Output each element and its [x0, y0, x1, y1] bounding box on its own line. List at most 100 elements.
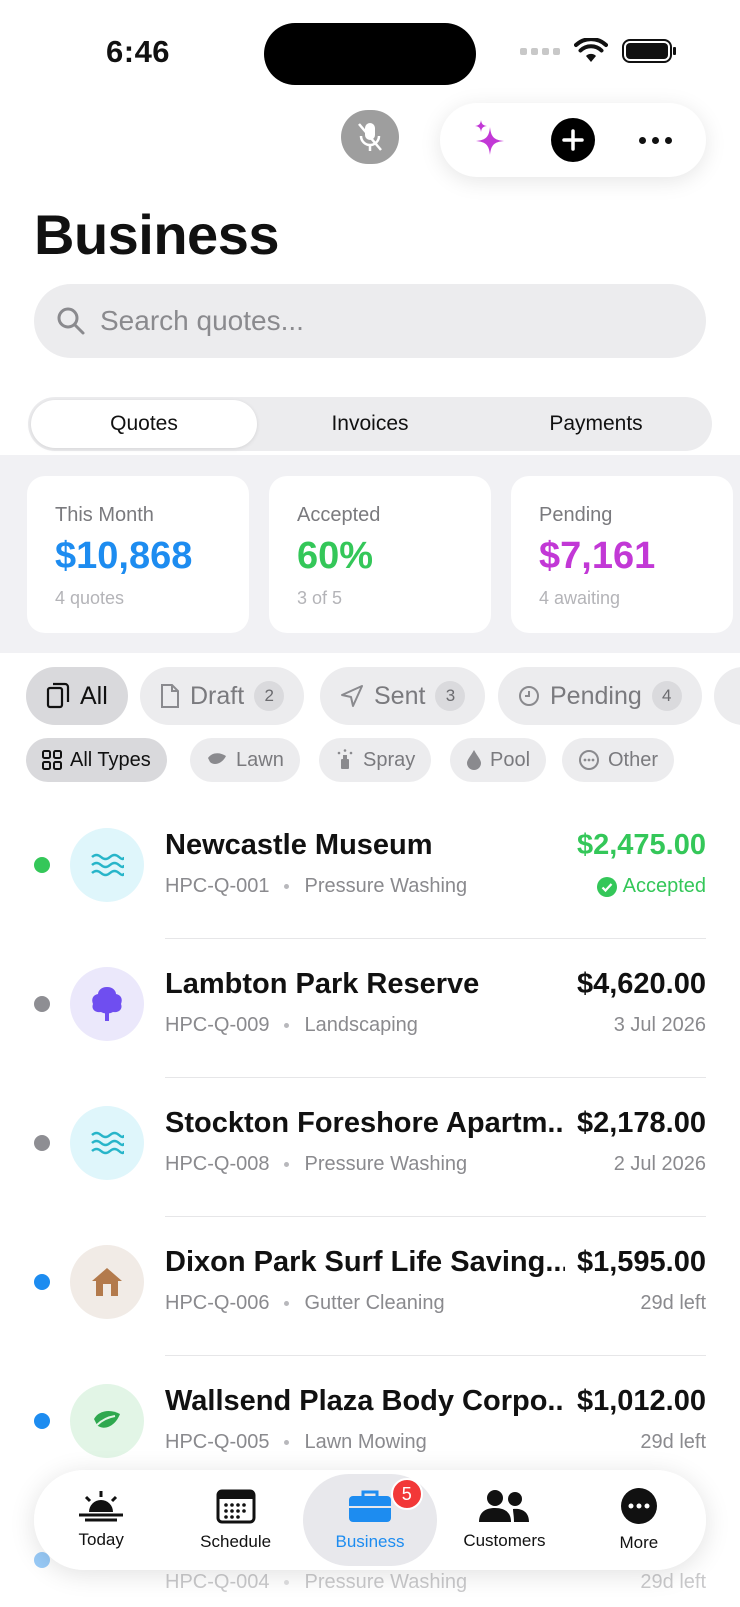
page-title: Business	[34, 203, 280, 266]
segmented-control: Quotes Invoices Payments	[28, 397, 712, 451]
service-avatar	[70, 1106, 144, 1180]
type-label: Spray	[363, 748, 416, 771]
search-input[interactable]	[100, 305, 660, 337]
service-avatar	[70, 1384, 144, 1458]
segment-quotes[interactable]: Quotes	[31, 400, 257, 448]
quote-status: Accepted	[596, 875, 706, 898]
service-avatar	[70, 967, 144, 1041]
tab-schedule[interactable]: Schedule	[168, 1474, 302, 1566]
sprayer-icon	[337, 749, 353, 769]
quote-amount: $4,620.00	[576, 968, 706, 1000]
quote-status: 29d left	[640, 1292, 706, 1314]
plus-icon	[562, 129, 585, 151]
search-bar[interactable]	[34, 284, 706, 358]
stat-card-this-month[interactable]: This Month $10,868 4 quotes	[27, 476, 249, 633]
check-circle-icon	[596, 876, 617, 897]
leaf-icon	[208, 753, 226, 764]
top-action-pill	[440, 103, 706, 177]
status-bar: 6:46	[0, 0, 740, 100]
quote-code: HPC-Q-008	[165, 1153, 270, 1175]
briefcase-icon	[349, 1490, 392, 1522]
type-label: All Types	[70, 748, 151, 771]
quote-meta: HPC-Q-001 Pressure Washing	[165, 875, 467, 898]
filter-all[interactable]: All	[26, 667, 128, 725]
quote-customer: Lambton Park Reserve	[165, 968, 480, 1000]
wifi-icon	[574, 38, 608, 64]
quote-row[interactable]: Dixon Park Surf Life Saving... HPC-Q-006…	[0, 1217, 740, 1356]
quote-customer: Dixon Park Surf Life Saving...	[165, 1246, 565, 1278]
quote-status: 29d left	[640, 1431, 706, 1453]
stat-label: Accepted	[297, 504, 381, 526]
type-pool[interactable]: Pool	[450, 738, 547, 782]
stat-card-accepted[interactable]: Accepted 60% 3 of 5	[269, 476, 491, 633]
quote-meta: HPC-Q-005 Lawn Mowing	[165, 1431, 427, 1454]
type-filter-row: All Types Lawn Spray Pool Other	[26, 738, 740, 782]
sparkles-button[interactable]	[474, 119, 508, 162]
stat-label: This Month	[55, 504, 154, 526]
tree-icon	[92, 987, 122, 1021]
tab-today[interactable]: Today	[34, 1474, 168, 1566]
tab-customers[interactable]: Customers	[437, 1474, 571, 1566]
type-label: Lawn	[236, 748, 284, 771]
quote-customer: Newcastle Museum	[165, 829, 433, 861]
segment-invoices[interactable]: Invoices	[257, 400, 483, 448]
tab-bar: Today Schedule Business 5 Customers More	[34, 1470, 706, 1570]
quote-status: 2 Jul 2026	[613, 1153, 706, 1175]
notification-badge: 5	[390, 1478, 423, 1510]
quote-service: Gutter Cleaning	[304, 1292, 445, 1314]
add-button[interactable]	[551, 118, 596, 162]
status-label: Accepted	[622, 875, 706, 897]
filter-sent[interactable]: Sent 3	[320, 667, 486, 725]
quote-code: HPC-Q-009	[165, 1014, 270, 1036]
stat-value: $7,161	[539, 535, 656, 577]
more-options-button[interactable]	[639, 136, 673, 144]
status-dot	[34, 857, 50, 873]
stats-section: This Month $10,868 4 quotes Accepted 60%…	[0, 455, 740, 653]
type-spray[interactable]: Spray	[319, 738, 432, 782]
mic-muted-button[interactable]	[341, 110, 399, 164]
quote-row[interactable]: Stockton Foreshore Apartm... HPC-Q-008 Pr…	[0, 1078, 740, 1217]
status-dot	[34, 1274, 50, 1290]
tab-label: Today	[78, 1530, 124, 1549]
type-all[interactable]: All Types	[26, 738, 167, 782]
status-time: 6:46	[106, 34, 171, 69]
quote-service: Pressure Washing	[304, 1571, 468, 1593]
search-icon	[57, 307, 85, 335]
tab-business[interactable]: Business 5	[302, 1474, 438, 1566]
quote-amount: $1,595.00	[576, 1246, 706, 1278]
quote-service: Landscaping	[304, 1014, 418, 1036]
quote-meta: HPC-Q-009 Landscaping	[165, 1014, 418, 1037]
stat-sub: 3 of 5	[297, 588, 343, 608]
filter-draft[interactable]: Draft 2	[140, 667, 305, 725]
waves-icon	[91, 1131, 124, 1155]
type-other[interactable]: Other	[562, 738, 675, 782]
type-lawn[interactable]: Lawn	[190, 738, 300, 782]
quote-row[interactable]: Newcastle Museum HPC-Q-001 Pressure Washi…	[0, 800, 740, 939]
filter-label: Draft	[190, 681, 245, 710]
filter-pending[interactable]: Pending 4	[498, 667, 702, 725]
status-dot	[34, 996, 50, 1012]
filter-more-partial[interactable]	[714, 667, 740, 725]
quote-row[interactable]: Lambton Park Reserve HPC-Q-009 Landscapin…	[0, 939, 740, 1078]
tab-more[interactable]: More	[572, 1474, 706, 1566]
house-icon	[92, 1268, 122, 1296]
clock-icon	[519, 686, 539, 706]
filter-count: 2	[254, 681, 285, 711]
leaf-icon	[94, 1411, 120, 1428]
quote-code: HPC-Q-001	[165, 875, 270, 897]
stat-label: Pending	[539, 504, 613, 526]
grid-icon	[42, 750, 62, 770]
filter-count: 3	[435, 681, 466, 711]
drop-icon	[467, 750, 481, 770]
stat-value: $10,868	[55, 535, 193, 577]
more-circle-icon	[579, 750, 599, 770]
people-icon	[479, 1490, 530, 1522]
segment-payments[interactable]: Payments	[483, 400, 709, 448]
tab-label: Business	[335, 1532, 405, 1551]
stat-sub: 4 quotes	[55, 588, 125, 608]
stat-card-pending[interactable]: Pending $7,161 4 awaiting	[511, 476, 733, 633]
tab-label: More	[619, 1533, 659, 1552]
quote-list: Newcastle Museum HPC-Q-001 Pressure Washi…	[0, 800, 740, 1495]
send-icon	[341, 685, 363, 707]
status-icons	[520, 38, 676, 64]
